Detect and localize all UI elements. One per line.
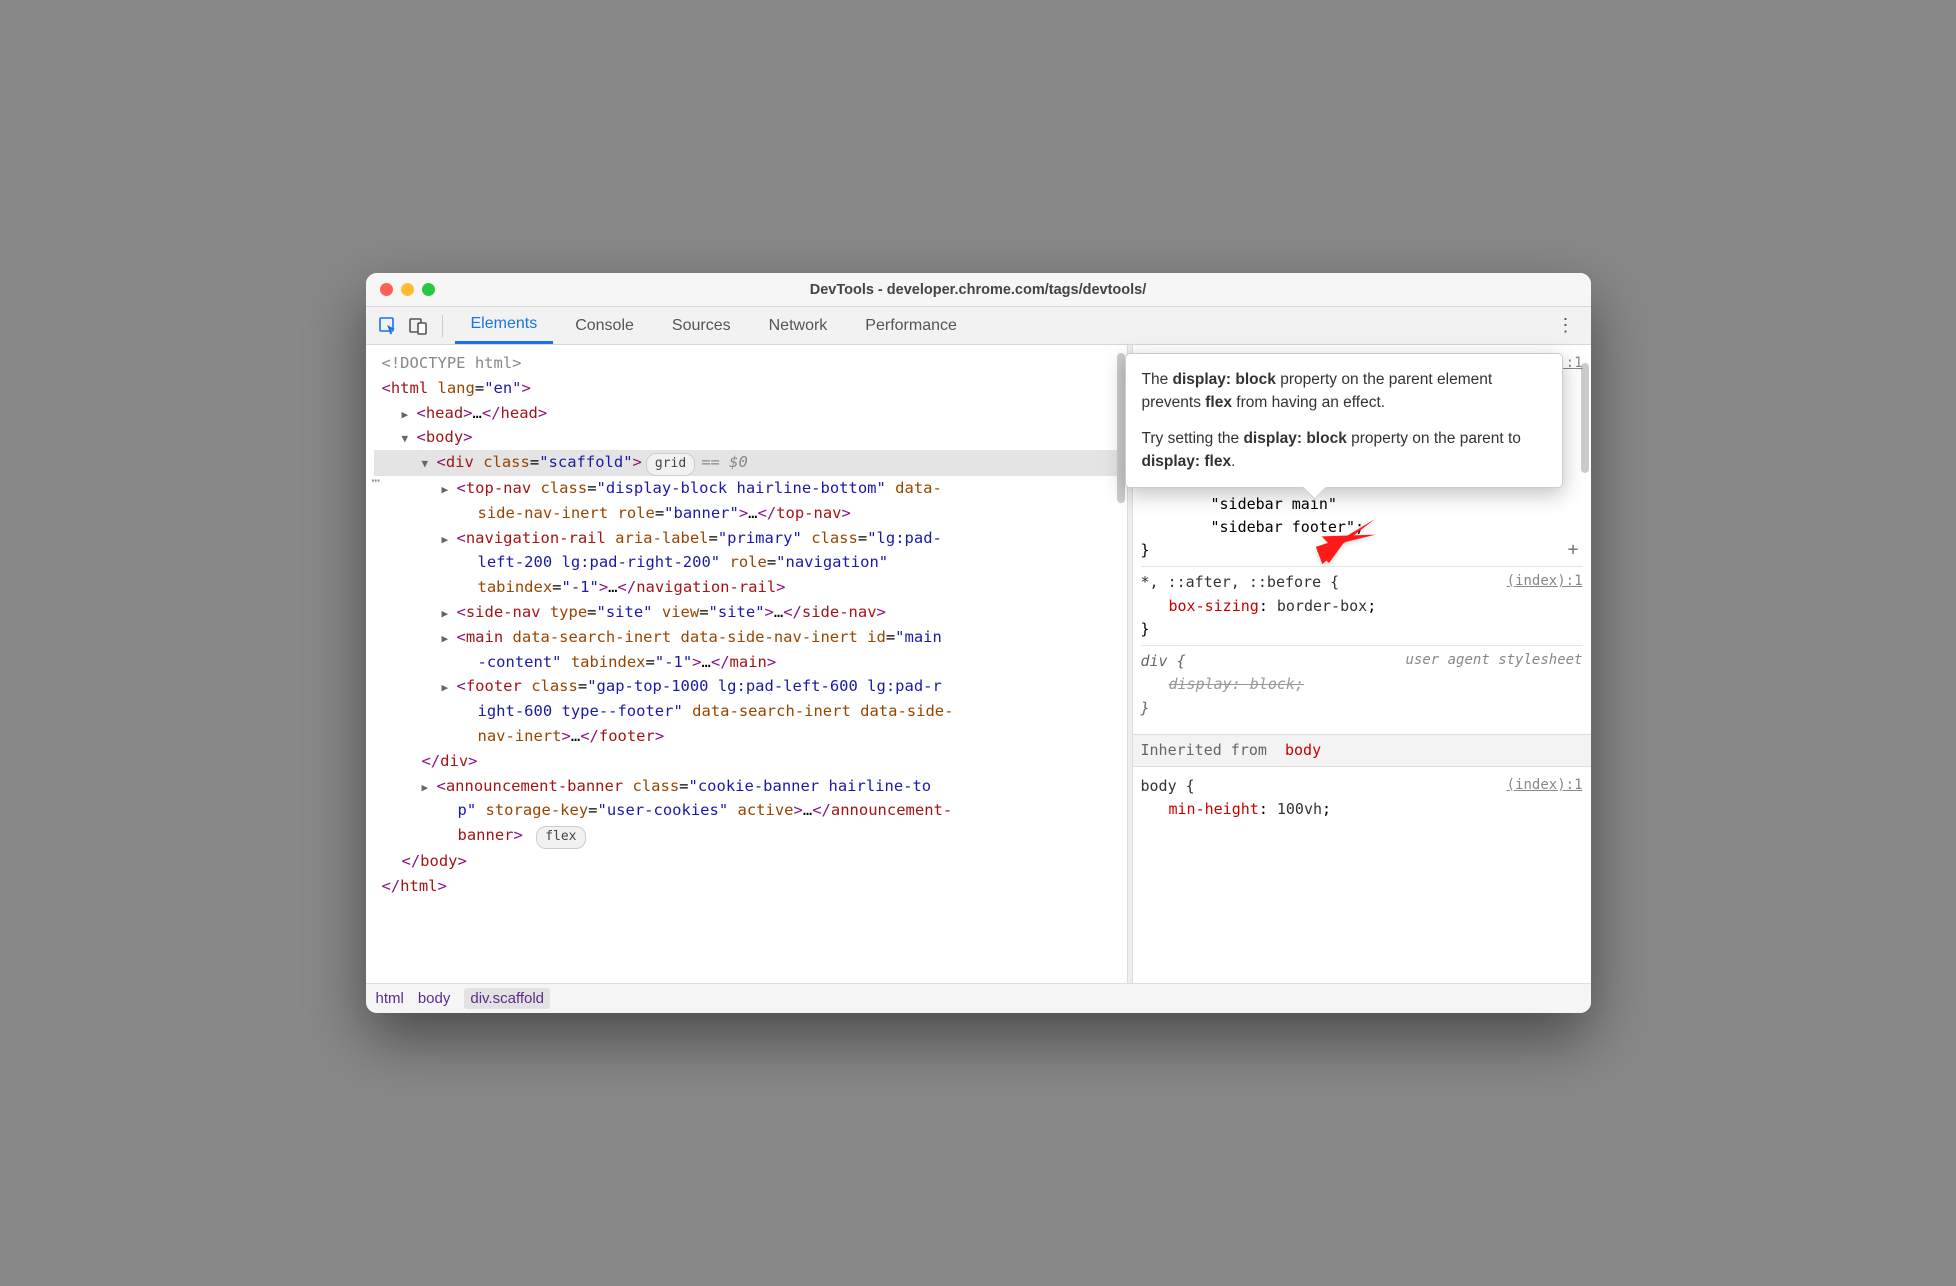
rule-ua-div[interactable]: user agent stylesheet div { display: blo… xyxy=(1141,645,1583,724)
dom-announce[interactable]: ▶<announcement-banner class="cookie-bann… xyxy=(374,774,1119,799)
tab-network[interactable]: Network xyxy=(753,307,844,344)
window-title: DevTools - developer.chrome.com/tags/dev… xyxy=(366,282,1591,298)
dom-main[interactable]: ▶<main data-search-inert data-side-nav-i… xyxy=(374,625,1119,650)
dom-navrail[interactable]: ▶<navigation-rail aria-label="primary" c… xyxy=(374,526,1119,551)
divider xyxy=(442,315,443,337)
dom-doctype[interactable]: <!DOCTYPE html> xyxy=(374,351,1119,376)
tab-performance[interactable]: Performance xyxy=(849,307,973,344)
dom-main-w[interactable]: -content" tabindex="-1">…</main> xyxy=(374,650,1119,675)
dom-topnav[interactable]: ▶<top-nav class="display-block hairline-… xyxy=(374,476,1119,501)
grid-badge[interactable]: grid xyxy=(646,453,695,476)
add-rule-icon[interactable]: + xyxy=(1568,536,1579,564)
breadcrumb[interactable]: html body div.scaffold xyxy=(366,983,1591,1013)
dom-body-close[interactable]: </body> xyxy=(374,849,1119,874)
titlebar: DevTools - developer.chrome.com/tags/dev… xyxy=(366,273,1591,307)
annotation-arrow-icon xyxy=(1311,513,1381,578)
dom-footer-w2[interactable]: ight-600 type--footer" data-search-inert… xyxy=(374,699,1119,724)
prop-boxsizing[interactable]: box-sizing: border-box; xyxy=(1141,595,1583,618)
inherited-header: Inherited from body xyxy=(1133,734,1591,767)
dom-tree-panel[interactable]: ⋯ <!DOCTYPE html> <html lang="en"> ▶<hea… xyxy=(366,345,1127,983)
dom-html-close[interactable]: </html> xyxy=(374,874,1119,899)
dom-announce-w3[interactable]: banner> flex xyxy=(374,823,1119,849)
dom-body-open[interactable]: ▼<body> xyxy=(374,425,1119,450)
dom-navrail-w2[interactable]: left-200 lg:pad-right-200" role="navigat… xyxy=(374,550,1119,575)
dom-head[interactable]: ▶<head>…</head> xyxy=(374,401,1119,426)
dom-topnav-wrap[interactable]: side-nav-inert role="banner">…</top-nav> xyxy=(374,501,1119,526)
dom-html-open[interactable]: <html lang="en"> xyxy=(374,376,1119,401)
flex-badge[interactable]: flex xyxy=(536,826,585,849)
dom-announce-w2[interactable]: p" storage-key="user-cookies" active>…</… xyxy=(374,798,1119,823)
brace-close: } xyxy=(1141,697,1583,720)
dom-footer-w3[interactable]: nav-inert>…</footer> xyxy=(374,724,1119,749)
dom-navrail-w3[interactable]: tabindex="-1">…</navigation-rail> xyxy=(374,575,1119,600)
device-toolbar-icon[interactable] xyxy=(406,314,430,338)
rule-universal[interactable]: (index):1 *, ::after, ::before { box-siz… xyxy=(1141,566,1583,645)
ellipsis-icon[interactable]: ⋯ xyxy=(372,470,380,492)
devtools-window: DevTools - developer.chrome.com/tags/dev… xyxy=(366,273,1591,1013)
dom-footer[interactable]: ▶<footer class="gap-top-1000 lg:pad-left… xyxy=(374,674,1119,699)
tab-sources[interactable]: Sources xyxy=(656,307,747,344)
prop-minheight[interactable]: min-height: 100vh; xyxy=(1141,798,1583,821)
dom-div-close[interactable]: </div> xyxy=(374,749,1119,774)
tab-elements[interactable]: Elements xyxy=(455,307,554,344)
dom-scaffold[interactable]: ▼<div class="scaffold">grid== $0 xyxy=(374,450,1119,476)
dom-sidenav[interactable]: ▶<side-nav type="site" view="site">…</si… xyxy=(374,600,1119,625)
dollar-zero: == $0 xyxy=(701,453,748,471)
tab-console[interactable]: Console xyxy=(559,307,650,344)
rule-source: user agent stylesheet xyxy=(1405,650,1582,672)
crumb-body[interactable]: body xyxy=(418,990,451,1007)
crumb-html[interactable]: html xyxy=(376,990,404,1007)
rule-body[interactable]: (index):1 body { min-height: 100vh; xyxy=(1141,771,1583,826)
rule-source[interactable]: (index):1 xyxy=(1507,775,1583,797)
scrollbar[interactable] xyxy=(1117,353,1125,503)
rule-source[interactable]: (index):1 xyxy=(1507,571,1583,593)
kebab-icon[interactable]: ⋮ xyxy=(1551,315,1581,336)
brace-close: } xyxy=(1141,618,1583,641)
crumb-div-scaffold[interactable]: div.scaffold xyxy=(464,988,550,1009)
prop-display-ua: display: block; xyxy=(1141,673,1583,696)
hint-tooltip: The display: block property on the paren… xyxy=(1125,353,1563,488)
inspect-icon[interactable] xyxy=(376,314,400,338)
toolbar: Elements Console Sources Network Perform… xyxy=(366,307,1591,345)
